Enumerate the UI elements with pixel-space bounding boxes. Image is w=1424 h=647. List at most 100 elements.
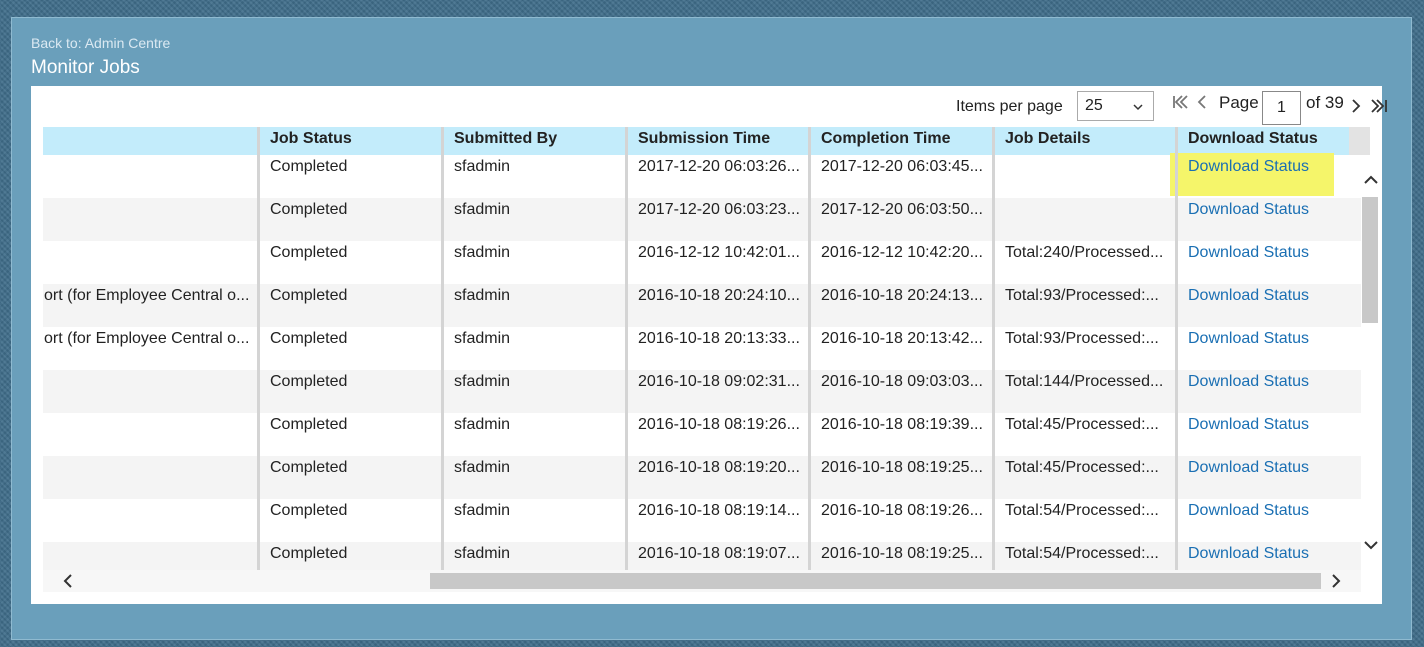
jobs-card: Items per page 25 Page of 39 Job S xyxy=(31,86,1387,604)
job-details-cell: Total:54/Processed:... xyxy=(1005,545,1159,562)
submitted-by-cell: sfadmin xyxy=(454,201,511,218)
download-status-link[interactable]: Download Status xyxy=(1177,542,1361,570)
job-name-cell xyxy=(43,456,257,499)
submission-time-cell: 2016-10-18 08:19:20... xyxy=(638,459,800,476)
job-details-cell: Total:54/Processed:... xyxy=(1005,502,1159,519)
submission-time-cell: 2017-12-20 06:03:23... xyxy=(638,201,800,218)
job-status-cell: Completed xyxy=(270,373,348,390)
column-header-submitted-by[interactable]: Submitted By xyxy=(443,127,627,155)
submission-time-cell: 2016-10-18 08:19:26... xyxy=(638,416,800,433)
job-status-cell: Completed xyxy=(270,459,348,476)
job-status-cell: Completed xyxy=(270,416,348,433)
horizontal-scrollbar[interactable] xyxy=(43,570,1361,592)
table-row[interactable]: ort (for Employee Central o... Completed s… xyxy=(43,284,1361,327)
table-row[interactable]: Completed sfadmin 2016-10-18 08:19:26... 20… xyxy=(43,413,1361,456)
items-per-page-select[interactable]: 25 xyxy=(1077,91,1154,121)
column-divider xyxy=(808,127,811,570)
vertical-scroll-thumb[interactable] xyxy=(1362,197,1378,323)
column-header-download-status[interactable]: Download Status xyxy=(1177,127,1361,155)
page-label: Page xyxy=(1219,93,1259,112)
items-per-page-label: Items per page xyxy=(956,98,1063,115)
job-status-cell: Completed xyxy=(270,287,348,304)
submitted-by-cell: sfadmin xyxy=(454,287,511,304)
job-name-cell: ort (for Employee Central o... xyxy=(44,330,250,347)
job-status-cell: Completed xyxy=(270,545,348,562)
column-divider xyxy=(625,127,628,570)
submitted-by-cell: sfadmin xyxy=(454,416,511,433)
submitted-by-cell: sfadmin xyxy=(454,459,511,476)
job-details-cell: Total:45/Processed:... xyxy=(1005,416,1159,433)
job-name-cell xyxy=(43,499,257,542)
job-name-cell: ort (for Employee Central o... xyxy=(44,287,250,304)
completion-time-cell: 2016-10-18 08:19:25... xyxy=(821,459,983,476)
submitted-by-cell: sfadmin xyxy=(454,330,511,347)
submission-time-cell: 2016-10-18 08:19:07... xyxy=(638,545,800,562)
download-status-link[interactable]: Download Status xyxy=(1177,284,1361,327)
job-status-cell: Completed xyxy=(270,330,348,347)
page-total: of 39 xyxy=(1306,93,1344,112)
job-name-cell xyxy=(43,413,257,456)
next-page-icon[interactable] xyxy=(1347,97,1365,115)
table-row[interactable]: Completed sfadmin 2016-10-18 08:19:20... 20… xyxy=(43,456,1361,499)
job-status-cell: Completed xyxy=(270,244,348,261)
column-divider xyxy=(441,127,444,570)
download-status-link[interactable]: Download Status xyxy=(1177,241,1361,284)
submission-time-cell: 2016-10-18 08:19:14... xyxy=(638,502,800,519)
completion-time-cell: 2016-12-12 10:42:20... xyxy=(821,244,983,261)
items-per-page-value: 25 xyxy=(1085,97,1103,114)
job-name-cell xyxy=(43,155,257,198)
table-row[interactable]: ort (for Employee Central o... Completed s… xyxy=(43,327,1361,370)
scroll-left-icon[interactable] xyxy=(59,572,77,590)
column-header-job-details[interactable]: Job Details xyxy=(994,127,1177,155)
completion-time-cell: 2017-12-20 06:03:50... xyxy=(821,201,983,218)
job-details-cell: Total:93/Processed:... xyxy=(1005,287,1159,304)
back-to-admin-centre-link[interactable]: Back to: Admin Centre xyxy=(31,35,170,51)
vertical-scrollbar[interactable] xyxy=(1361,155,1380,570)
chevron-down-icon xyxy=(1133,104,1143,111)
column-divider xyxy=(1175,127,1178,570)
download-status-link[interactable]: Download Status xyxy=(1177,499,1361,542)
download-status-link[interactable]: Download Status xyxy=(1177,155,1361,198)
scroll-down-icon[interactable] xyxy=(1362,536,1380,554)
table-row[interactable]: Completed sfadmin 2017-12-20 06:03:23... 20… xyxy=(43,198,1361,241)
completion-time-cell: 2016-10-18 20:13:42... xyxy=(821,330,983,347)
table-row[interactable]: Completed sfadmin 2016-10-18 08:19:07... 20… xyxy=(43,542,1361,570)
header-tail xyxy=(1349,127,1370,155)
download-status-link[interactable]: Download Status xyxy=(1177,327,1361,370)
job-details-cell: Total:93/Processed:... xyxy=(1005,330,1159,347)
job-details-cell: Total:240/Processed... xyxy=(1005,244,1164,261)
job-status-cell: Completed xyxy=(270,158,348,175)
column-header-submission-time[interactable]: Submission Time xyxy=(627,127,810,155)
column-divider xyxy=(257,127,260,570)
first-page-icon[interactable] xyxy=(1171,93,1189,111)
page-number-input[interactable] xyxy=(1262,91,1301,125)
completion-time-cell: 2016-10-18 08:19:39... xyxy=(821,416,983,433)
download-status-link[interactable]: Download Status xyxy=(1177,456,1361,499)
job-details-cell xyxy=(994,155,1177,198)
prev-page-icon[interactable] xyxy=(1193,93,1211,111)
download-status-link[interactable]: Download Status xyxy=(1177,370,1361,413)
scroll-right-icon[interactable] xyxy=(1327,572,1345,590)
completion-time-cell: 2016-10-18 08:19:25... xyxy=(821,545,983,562)
scroll-up-icon[interactable] xyxy=(1362,171,1380,189)
submitted-by-cell: sfadmin xyxy=(454,373,511,390)
job-name-cell xyxy=(43,542,257,570)
download-status-link[interactable]: Download Status xyxy=(1177,198,1361,241)
table-row[interactable]: Completed sfadmin 2016-12-12 10:42:01... 20… xyxy=(43,241,1361,284)
column-header-completion-time[interactable]: Completion Time xyxy=(810,127,994,155)
download-status-link[interactable]: Download Status xyxy=(1177,413,1361,456)
last-page-icon[interactable] xyxy=(1370,97,1388,115)
submitted-by-cell: sfadmin xyxy=(454,244,511,261)
submission-time-cell: 2016-12-12 10:42:01... xyxy=(638,244,800,261)
submitted-by-cell: sfadmin xyxy=(454,545,511,562)
column-divider xyxy=(992,127,995,570)
column-header-job-status[interactable]: Job Status xyxy=(259,127,443,155)
job-status-cell: Completed xyxy=(270,502,348,519)
horizontal-scroll-thumb[interactable] xyxy=(430,573,1321,589)
table-row[interactable]: Completed sfadmin 2016-10-18 09:02:31... 20… xyxy=(43,370,1361,413)
job-details-cell: Total:144/Processed... xyxy=(1005,373,1164,390)
table-row[interactable]: Completed sfadmin 2016-10-18 08:19:14... 20… xyxy=(43,499,1361,542)
table-row[interactable]: Completed sfadmin 2017-12-20 06:03:26... 20… xyxy=(43,155,1361,198)
page-title: Monitor Jobs xyxy=(31,57,140,78)
job-name-cell xyxy=(43,241,257,284)
